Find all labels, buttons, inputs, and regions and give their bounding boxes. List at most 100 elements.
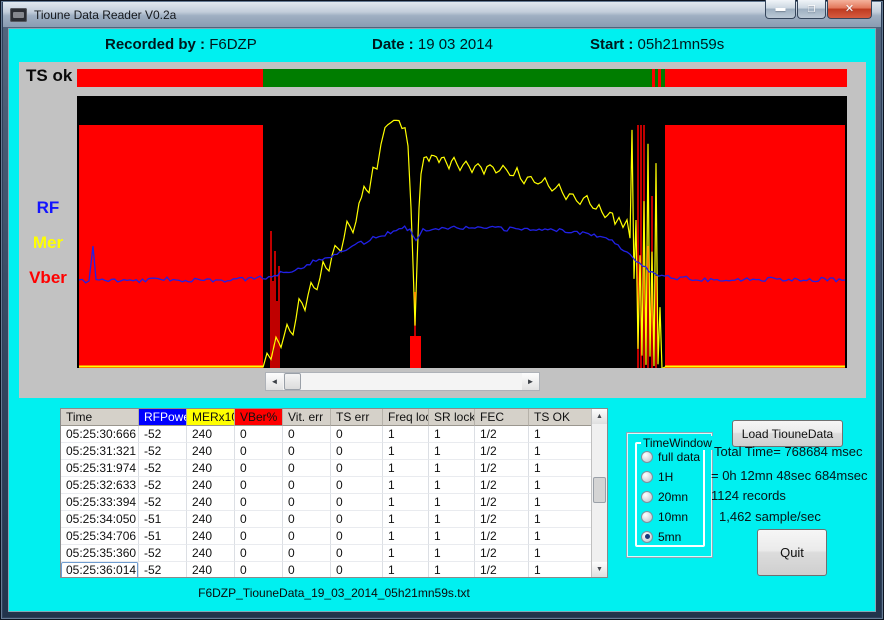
table-cell[interactable]: 0 xyxy=(235,443,283,460)
table-cell[interactable]: 240 xyxy=(187,562,235,577)
table-cell[interactable]: 1 xyxy=(429,460,475,477)
table-cell[interactable]: 1/2 xyxy=(475,545,529,562)
column-header-vber-[interactable]: VBer% xyxy=(235,409,283,426)
table-cell[interactable]: 05:25:36:014 xyxy=(61,562,139,577)
chart-horizontal-scrollbar[interactable]: ◄ ► xyxy=(265,372,540,391)
table-cell[interactable]: 05:25:31:321 xyxy=(61,443,139,460)
table-cell[interactable]: 1 xyxy=(429,494,475,511)
table-cell[interactable]: 240 xyxy=(187,528,235,545)
table-cell[interactable]: -52 xyxy=(139,426,187,443)
table-cell[interactable]: 240 xyxy=(187,545,235,562)
table-cell[interactable]: -52 xyxy=(139,562,187,577)
table-cell[interactable]: -52 xyxy=(139,460,187,477)
table-cell[interactable]: 0 xyxy=(283,477,331,494)
column-header-ts-err[interactable]: TS err xyxy=(331,409,383,426)
table-cell[interactable]: 0 xyxy=(283,562,331,577)
table-cell[interactable]: 0 xyxy=(235,528,283,545)
table-cell[interactable]: 1 xyxy=(429,545,475,562)
scroll-left-button[interactable]: ◄ xyxy=(266,373,283,390)
table-cell[interactable]: 0 xyxy=(283,494,331,511)
scrollbar-thumb[interactable] xyxy=(284,373,301,390)
table-cell[interactable]: 1 xyxy=(429,528,475,545)
maximize-button[interactable]: ❐ xyxy=(797,0,826,19)
table-cell[interactable]: 1/2 xyxy=(475,562,529,577)
table-cell[interactable]: -52 xyxy=(139,545,187,562)
radio-option-20mn[interactable]: 20mn xyxy=(641,489,703,504)
table-cell[interactable]: 0 xyxy=(235,562,283,577)
table-cell[interactable]: 05:25:34:050 xyxy=(61,511,139,528)
scroll-right-button[interactable]: ► xyxy=(522,373,539,390)
table-cell[interactable]: 1/2 xyxy=(475,426,529,443)
table-cell[interactable]: 0 xyxy=(331,545,383,562)
table-cell[interactable]: 1 xyxy=(383,443,429,460)
quit-button[interactable]: Quit xyxy=(757,529,827,576)
table-cell[interactable]: -51 xyxy=(139,511,187,528)
table-cell[interactable]: 0 xyxy=(235,494,283,511)
table-cell[interactable]: 1 xyxy=(529,443,591,460)
table-cell[interactable]: 1 xyxy=(529,545,591,562)
minimize-button[interactable]: ▬ xyxy=(765,0,796,19)
column-header-time[interactable]: Time xyxy=(61,409,139,426)
table-cell[interactable]: 1 xyxy=(529,477,591,494)
column-header-merx10[interactable]: MERx10 xyxy=(187,409,235,426)
table-cell[interactable]: -52 xyxy=(139,477,187,494)
table-cell[interactable]: 0 xyxy=(235,545,283,562)
table-cell[interactable]: 05:25:34:706 xyxy=(61,528,139,545)
table-cell[interactable]: 0 xyxy=(283,426,331,443)
table-cell[interactable]: 240 xyxy=(187,477,235,494)
column-header-ts-ok[interactable]: TS OK xyxy=(529,409,591,426)
table-cell[interactable]: 1 xyxy=(383,460,429,477)
table-cell[interactable]: 1 xyxy=(383,511,429,528)
table-cell[interactable]: 0 xyxy=(331,477,383,494)
radio-option-10mn[interactable]: 10mn xyxy=(641,509,703,524)
table-cell[interactable]: 1 xyxy=(383,426,429,443)
radio-option-full-data[interactable]: full data xyxy=(641,449,703,464)
table-cell[interactable]: 1 xyxy=(429,443,475,460)
table-cell[interactable]: 0 xyxy=(331,460,383,477)
title-bar[interactable]: Tioune Data Reader V0.2a xyxy=(3,2,881,28)
radio-option-5mn[interactable]: 5mn xyxy=(641,529,703,544)
scrollbar-track[interactable] xyxy=(283,373,522,390)
column-header-freq-lock[interactable]: Freq lock xyxy=(383,409,429,426)
table-cell[interactable]: 05:25:30:666 xyxy=(61,426,139,443)
table-cell[interactable]: 1 xyxy=(383,545,429,562)
table-cell[interactable]: 0 xyxy=(331,528,383,545)
table-cell[interactable]: 05:25:32:633 xyxy=(61,477,139,494)
table-cell[interactable]: 240 xyxy=(187,426,235,443)
radio-option-1h[interactable]: 1H xyxy=(641,469,703,484)
table-cell[interactable]: 05:25:31:974 xyxy=(61,460,139,477)
table-cell[interactable]: 0 xyxy=(235,511,283,528)
table-cell[interactable]: -51 xyxy=(139,528,187,545)
table-cell[interactable]: 240 xyxy=(187,511,235,528)
table-cell[interactable]: 1 xyxy=(383,494,429,511)
table-cell[interactable]: 0 xyxy=(331,511,383,528)
table-cell[interactable]: 0 xyxy=(283,460,331,477)
table-cell[interactable]: 0 xyxy=(331,443,383,460)
table-vertical-scrollbar[interactable]: ▲ ▼ xyxy=(591,409,607,577)
table-cell[interactable]: 0 xyxy=(283,511,331,528)
table-cell[interactable]: 240 xyxy=(187,460,235,477)
column-header-sr-lock[interactable]: SR lock xyxy=(429,409,475,426)
table-cell[interactable]: 0 xyxy=(331,426,383,443)
table-cell[interactable]: 240 xyxy=(187,494,235,511)
table-cell[interactable]: 1 xyxy=(529,528,591,545)
table-cell[interactable]: 240 xyxy=(187,443,235,460)
table-cell[interactable]: 1 xyxy=(383,477,429,494)
table-cell[interactable]: 0 xyxy=(331,562,383,577)
table-cell[interactable]: 0 xyxy=(283,545,331,562)
table-cell[interactable]: 1 xyxy=(383,528,429,545)
table-cell[interactable]: 1 xyxy=(529,562,591,577)
table-cell[interactable]: 0 xyxy=(235,460,283,477)
table-cell[interactable]: 05:25:35:360 xyxy=(61,545,139,562)
table-scroll-up-button[interactable]: ▲ xyxy=(592,409,607,424)
table-cell[interactable]: 0 xyxy=(235,426,283,443)
table-cell[interactable]: 1 xyxy=(429,562,475,577)
table-cell[interactable]: 1/2 xyxy=(475,443,529,460)
table-cell[interactable]: 1/2 xyxy=(475,477,529,494)
load-tiounedata-button[interactable]: Load TiouneData xyxy=(732,420,843,447)
table-cell[interactable]: 1/2 xyxy=(475,528,529,545)
table-cell[interactable]: 1 xyxy=(429,511,475,528)
table-cell[interactable]: -52 xyxy=(139,443,187,460)
table-cell[interactable]: 0 xyxy=(235,477,283,494)
table-cell[interactable]: 0 xyxy=(283,528,331,545)
